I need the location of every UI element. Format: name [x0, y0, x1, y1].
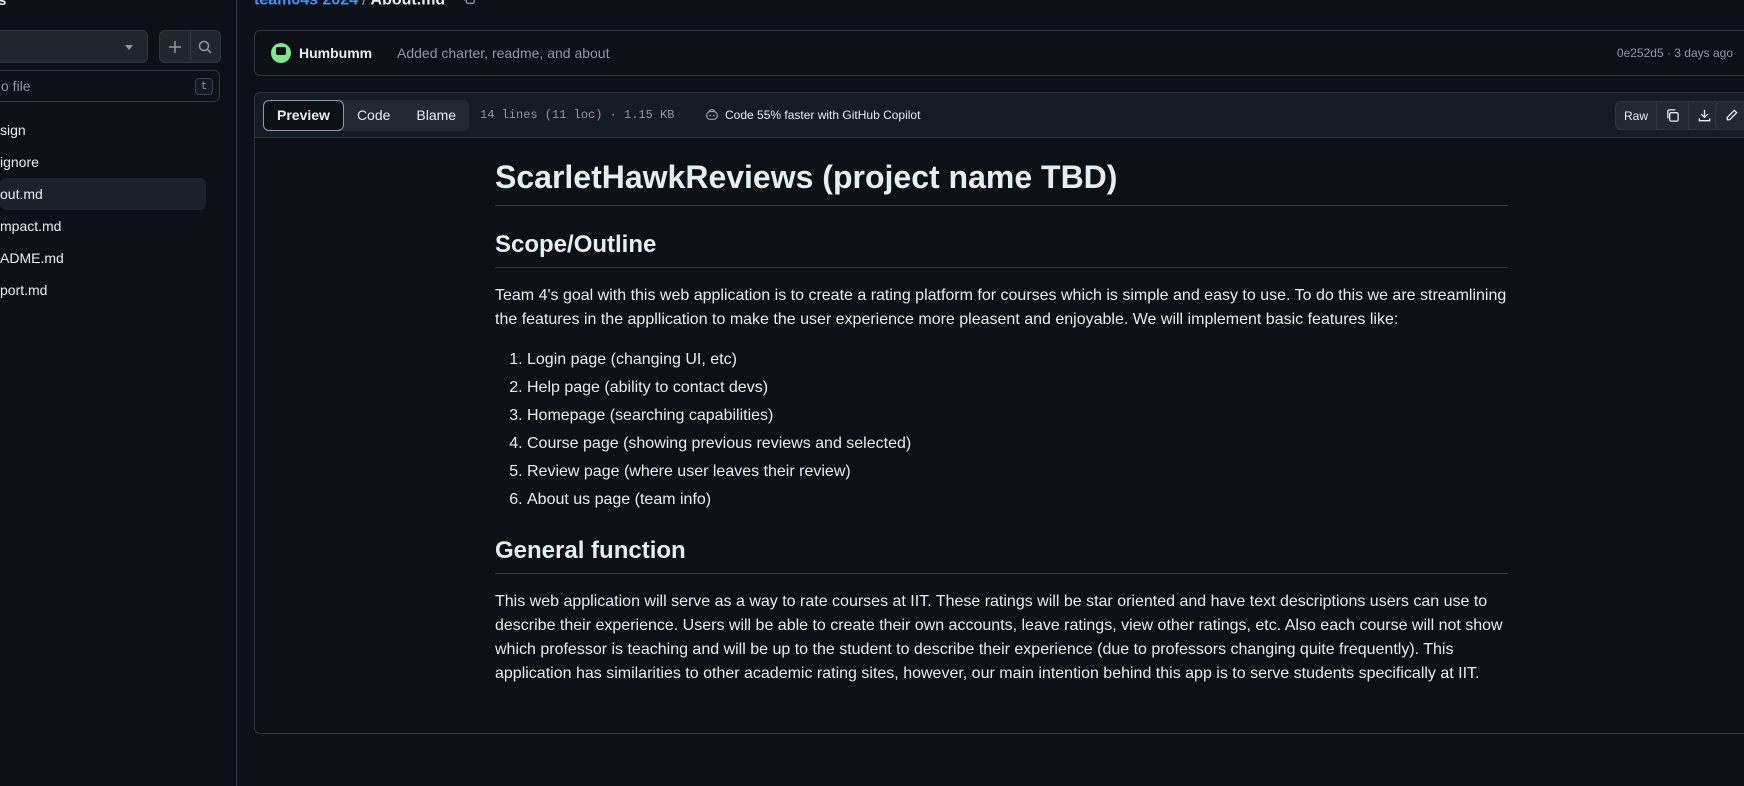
doc-title: ScarletHawkReviews (project name TBD): [495, 157, 1508, 206]
main-content: team04s 2024 /About.md Humbumm Added char…: [238, 0, 1744, 786]
avatar[interactable]: [271, 43, 291, 63]
file-list: sign ignore out.md mpact.md ADME.md port…: [0, 114, 206, 306]
sidebar-actions: [159, 30, 221, 63]
file-item-label: out.md: [0, 186, 43, 202]
plus-icon: [168, 40, 181, 53]
download-icon: [1698, 109, 1711, 122]
copilot-icon: [706, 109, 718, 120]
file-item-report[interactable]: port.md: [0, 274, 206, 306]
feature-list: Login page (changing UI, etc) Help page …: [495, 348, 1508, 512]
file-item-design[interactable]: sign: [0, 114, 206, 146]
latest-commit-bar: Humbumm Added charter, readme, and about…: [254, 30, 1744, 76]
copy-icon: [1667, 109, 1679, 122]
edit-button[interactable]: [1716, 102, 1744, 129]
edit-group: [1715, 101, 1744, 130]
file-viewer: Preview Code Blame 14 lines (11 loc) · 1…: [254, 92, 1744, 734]
copy-path-button[interactable]: [462, 0, 476, 10]
heading-scope: Scope/Outline: [495, 230, 1508, 268]
list-item: Help page (ability to contact devs): [527, 376, 1508, 400]
breadcrumb: team04s 2024 /About.md: [254, 0, 476, 10]
breadcrumb-repo-link[interactable]: team04s 2024: [254, 0, 358, 9]
search-files-button[interactable]: [189, 31, 221, 62]
add-file-button[interactable]: [160, 31, 190, 62]
heading-general-function: General function: [495, 536, 1508, 574]
search-icon: [199, 40, 212, 54]
go-to-file-field: t: [0, 70, 220, 102]
go-to-file-input[interactable]: [0, 71, 183, 101]
file-stats: 14 lines (11 loc) · 1.15 KB: [480, 108, 675, 122]
scope-paragraph: Team 4's goal with this web application …: [495, 287, 1507, 328]
commit-message-link[interactable]: Added charter, readme, and about: [397, 45, 609, 61]
raw-copy-download-group: Raw: [1615, 101, 1722, 130]
file-header: Preview Code Blame 14 lines (11 loc) · 1…: [255, 93, 1744, 138]
file-item-label: port.md: [0, 282, 48, 298]
raw-button[interactable]: Raw: [1616, 102, 1656, 129]
copilot-promo-label: Code 55% faster with GitHub Copilot: [725, 108, 921, 122]
list-item: Course page (showing previous reviews an…: [527, 432, 1508, 456]
file-tree-sidebar: s t sign ignore out.md mpact.md ADME.md …: [0, 0, 237, 786]
list-item: Homepage (searching capabilities): [527, 404, 1508, 428]
copy-icon: [463, 0, 475, 4]
pencil-icon: [1726, 109, 1738, 121]
shortcut-hint: t: [195, 78, 213, 95]
breadcrumb-file: About.md: [370, 0, 446, 9]
file-item-about[interactable]: out.md: [0, 178, 206, 210]
file-item-label: ADME.md: [0, 250, 64, 266]
markdown-body: ScarletHawkReviews (project name TBD) Sc…: [495, 157, 1508, 686]
commit-hash-link[interactable]: 0e252d5 · 3 days ago: [1617, 46, 1733, 60]
file-item-readme[interactable]: ADME.md: [0, 242, 206, 274]
chevron-down-icon: [125, 45, 133, 50]
copilot-promo-link[interactable]: Code 55% faster with GitHub Copilot: [705, 108, 920, 122]
tab-code[interactable]: Code: [344, 100, 403, 131]
commit-author-link[interactable]: Humbumm: [299, 45, 372, 61]
file-item-gitignore[interactable]: ignore: [0, 146, 206, 178]
general-paragraph: This web application will serve as a way…: [495, 593, 1503, 682]
file-item-label: ignore: [0, 154, 39, 170]
file-item-label: mpact.md: [0, 218, 62, 234]
view-mode-tabs: Preview Code Blame: [263, 100, 470, 131]
list-item: Review page (where user leaves their rev…: [527, 460, 1508, 484]
list-item: Login page (changing UI, etc): [527, 348, 1508, 372]
tab-blame[interactable]: Blame: [403, 100, 469, 131]
list-item: About us page (team info): [527, 488, 1508, 512]
copy-raw-button[interactable]: [1656, 102, 1688, 129]
file-item-label: sign: [0, 122, 26, 138]
file-item-impact[interactable]: mpact.md: [0, 210, 206, 242]
breadcrumb-separator: /: [362, 0, 367, 9]
sidebar-heading: s: [0, 0, 6, 9]
tab-preview[interactable]: Preview: [263, 100, 344, 131]
branch-selector[interactable]: [0, 30, 148, 63]
